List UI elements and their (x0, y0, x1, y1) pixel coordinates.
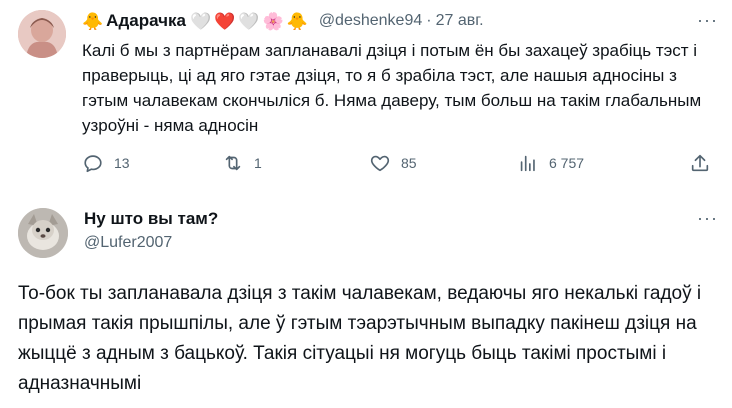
reply-count: 13 (114, 155, 130, 171)
tweet-text: Калі б мы з партнёрам запланавалі дзіця … (82, 41, 702, 135)
red-heart-emoji: ❤️ (214, 11, 236, 31)
views-button[interactable]: 6 757 (517, 152, 584, 174)
tweet-actions: 13 1 85 6 757 (82, 152, 714, 176)
share-icon (691, 154, 709, 172)
views-bar-chart-icon (520, 155, 535, 172)
reply-user-handle[interactable]: @Lufer2007 (84, 234, 172, 252)
tweet-header: 🐥 Адарачка 🤍 ❤️ 🤍 🌸 🐥 @deshenke94 · 27 а… (82, 10, 484, 32)
chick-emoji: 🐥 (82, 11, 104, 31)
avatar[interactable] (18, 208, 68, 258)
more-options-button[interactable]: ··· (697, 208, 718, 229)
tweet-card: 🐥 Адарачка 🤍 ❤️ 🤍 🌸 🐥 @deshenke94 · 27 а… (0, 0, 732, 192)
blossom-emoji: 🌸 (262, 11, 284, 31)
retweet-button[interactable]: 1 (222, 152, 262, 174)
heart-icon (370, 155, 390, 172)
white-heart-emoji: 🤍 (189, 11, 212, 31)
avatar[interactable] (18, 10, 66, 58)
like-button[interactable]: 85 (369, 152, 417, 174)
chick-emoji: 🐥 (286, 11, 308, 31)
display-name[interactable]: Адарачка (106, 11, 186, 31)
retweet-icon (225, 155, 241, 171)
like-count: 85 (401, 155, 417, 171)
share-button[interactable] (689, 152, 721, 174)
reply-icon (84, 155, 102, 173)
views-count: 6 757 (549, 155, 585, 171)
user-handle[interactable]: @deshenke94 (319, 12, 422, 30)
reply-display-name[interactable]: Ну што вы там? (84, 209, 218, 229)
separator: · (426, 12, 432, 29)
white-heart-emoji: 🤍 (238, 11, 260, 31)
more-options-button[interactable]: ··· (697, 10, 718, 31)
reply-button[interactable]: 13 (82, 152, 130, 174)
tweet-date[interactable]: 27 авг. (436, 12, 484, 30)
retweet-count: 1 (254, 155, 262, 171)
reply-text: То-бок ты запланавала дзіця з такім чала… (18, 283, 702, 394)
